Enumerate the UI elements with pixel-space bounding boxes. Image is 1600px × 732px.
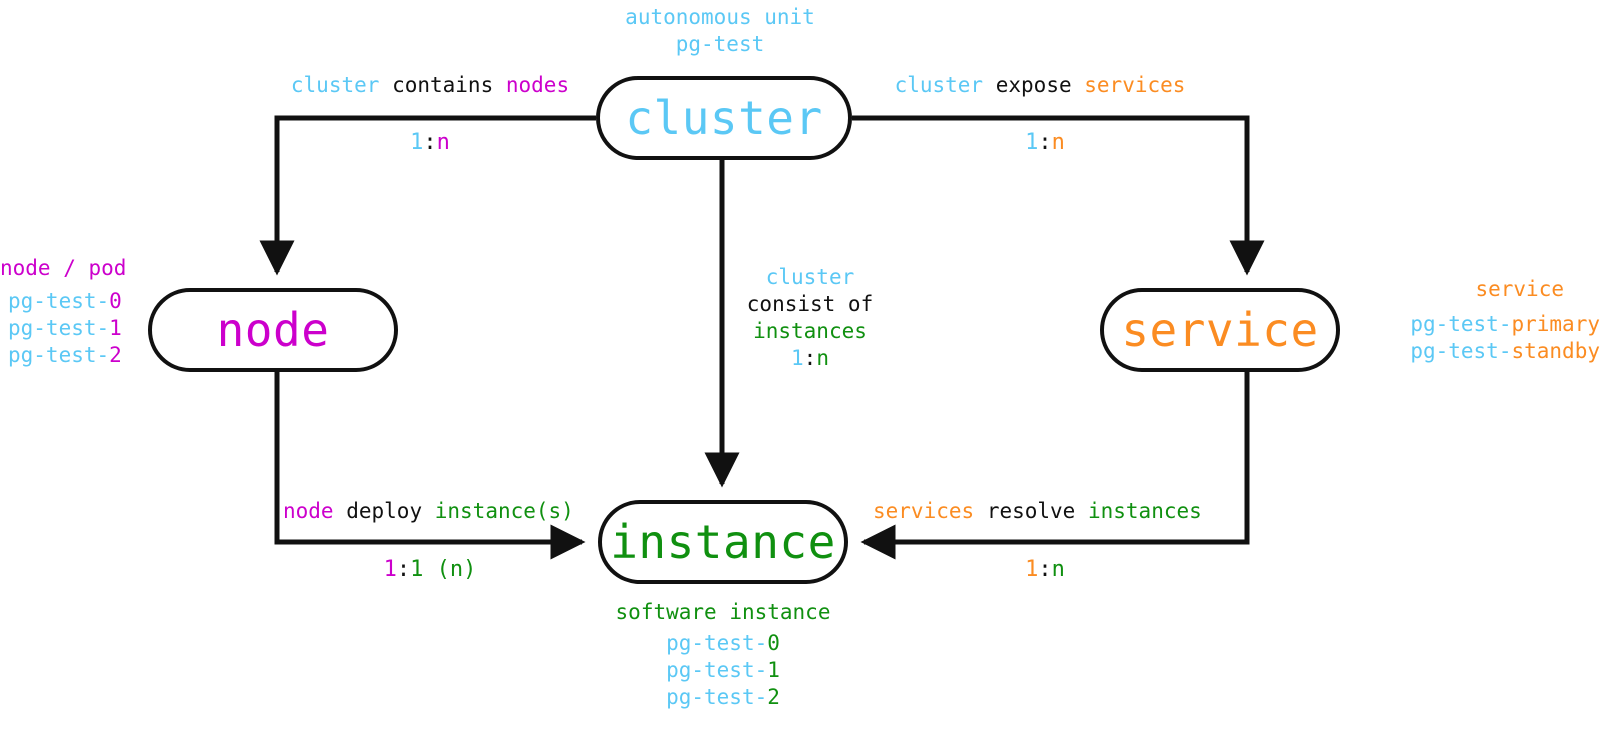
edge-label-verb: resolve <box>986 499 1076 523</box>
edge-cardinality-cluster-contains-nodes: 1:n <box>340 130 520 156</box>
instance-caption-title: software instance <box>615 600 831 624</box>
edge-label-subject: cluster <box>765 265 855 289</box>
entity-node-label: node <box>216 303 330 357</box>
node-caption-item-suffix: 1 <box>109 316 122 340</box>
node-caption-item-prefix: pg-test- <box>8 343 110 367</box>
cardinality-sep: : <box>1038 130 1052 155</box>
instance-caption-item: pg-test-0 <box>563 630 883 657</box>
node-caption-item: pg-test-0 <box>0 288 140 315</box>
node-caption: node / pod pg-test-0 pg-test-1 pg-test-2 <box>0 255 140 369</box>
edge-label-subject: node <box>283 499 334 523</box>
service-caption-item-suffix: primary <box>1511 312 1600 336</box>
instance-caption: software instance pg-test-0 pg-test-1 pg… <box>563 599 883 711</box>
cluster-caption-line1: autonomous unit <box>625 5 815 29</box>
edge-label-object: instances <box>1087 499 1202 523</box>
instance-caption-item-prefix: pg-test- <box>666 685 768 709</box>
edge-label-verb: expose <box>995 73 1072 97</box>
node-caption-item: pg-test-2 <box>0 342 140 369</box>
cardinality-sep: : <box>423 130 437 155</box>
instance-caption-item-suffix: 1 <box>767 658 780 682</box>
cardinality-left: 1 <box>1025 130 1039 155</box>
cardinality-sep: : <box>396 557 411 582</box>
edge-label-cluster-contains-nodes: cluster contains nodes <box>220 72 640 99</box>
edge-cardinality-cluster-consist-of-instances: 1:n <box>730 345 890 372</box>
entity-instance-label: instance <box>610 515 836 569</box>
service-caption-item-prefix: pg-test- <box>1410 339 1512 363</box>
edge-label-subject: cluster <box>894 73 984 97</box>
cardinality-sep: : <box>1038 557 1052 582</box>
edge-label-subject: cluster <box>290 73 380 97</box>
instance-caption-item: pg-test-2 <box>563 684 883 711</box>
cardinality-right: n <box>436 130 450 155</box>
edge-label-services-resolve-instances: services resolve instances <box>873 498 1293 525</box>
entity-service-label: service <box>1121 303 1319 357</box>
entity-node[interactable]: node <box>148 288 398 372</box>
node-caption-item-prefix: pg-test- <box>8 289 110 313</box>
node-caption-item-suffix: 2 <box>109 343 122 367</box>
instance-caption-item-prefix: pg-test- <box>666 658 768 682</box>
service-caption: service pg-test-primary pg-test-standby <box>1356 276 1600 365</box>
edge-label-subject: services <box>873 499 975 523</box>
cardinality-right: n <box>1051 130 1065 155</box>
node-caption-item-suffix: 0 <box>109 289 122 313</box>
instance-caption-item-suffix: 0 <box>767 631 780 655</box>
service-caption-item: pg-test-standby <box>1356 338 1600 365</box>
service-caption-item-prefix: pg-test- <box>1410 312 1512 336</box>
node-caption-title: node / pod <box>0 256 127 280</box>
cardinality-left: 1 <box>410 130 424 155</box>
diagram-canvas: cluster node service instance autonomous… <box>0 0 1600 732</box>
cardinality-left: 1 <box>1025 557 1039 582</box>
edge-label-cluster-consist-of-instances: cluster consist of instances 1:n <box>730 264 890 372</box>
instance-caption-item-prefix: pg-test- <box>666 631 768 655</box>
cardinality-sep: : <box>803 346 817 370</box>
cardinality-right: n <box>816 346 829 370</box>
edge-label-object: services <box>1084 73 1186 97</box>
instance-caption-item: pg-test-1 <box>563 657 883 684</box>
edge-cardinality-cluster-expose-services: 1:n <box>955 130 1135 156</box>
cluster-caption: autonomous unit pg-test <box>560 4 880 58</box>
edge-label-object: instances <box>753 319 867 343</box>
instance-caption-item-suffix: 2 <box>767 685 780 709</box>
edge-label-verb: consist of <box>746 292 874 316</box>
edge-cardinality-services-resolve-instances: 1:n <box>955 557 1135 583</box>
edge-label-verb: contains <box>392 73 494 97</box>
edge-label-cluster-expose-services: cluster expose services <box>830 72 1250 99</box>
cluster-caption-line2: pg-test <box>675 32 765 56</box>
entity-service[interactable]: service <box>1100 288 1340 372</box>
entity-cluster-label: cluster <box>625 91 823 145</box>
node-caption-item: pg-test-1 <box>0 315 140 342</box>
service-caption-item: pg-test-primary <box>1356 311 1600 338</box>
edge-label-verb: deploy <box>346 499 423 523</box>
edge-cardinality-node-deploy-instances: 1:1 (n) <box>340 557 520 583</box>
cardinality-left: 1 <box>383 557 397 582</box>
service-caption-title: service <box>1475 277 1564 301</box>
edge-label-object: instance(s) <box>434 499 574 523</box>
cardinality-left: 1 <box>791 346 804 370</box>
edge-label-node-deploy-instances: node deploy instance(s) <box>283 498 703 525</box>
cardinality-right: 1 (n) <box>410 557 477 582</box>
cardinality-right: n <box>1051 557 1065 582</box>
edge-label-object: nodes <box>505 73 570 97</box>
service-caption-item-suffix: standby <box>1511 339 1600 363</box>
node-caption-item-prefix: pg-test- <box>8 316 110 340</box>
